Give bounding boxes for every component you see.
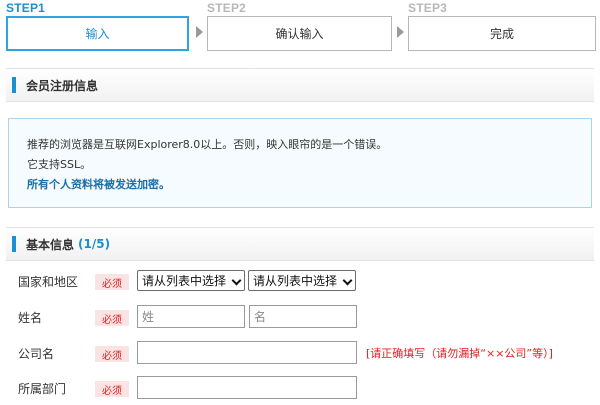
country-select-value: 请从列表中选择 — [142, 274, 227, 288]
step3-box: 完成 — [408, 16, 596, 51]
company-input[interactable] — [137, 341, 357, 364]
section-title: 会员注册信息 — [26, 78, 99, 93]
form-row-country: 国家和地区 必须 请从列表中选择 请从列表中选择 — [0, 268, 600, 294]
step1-label: STEP1 — [6, 1, 46, 15]
region-select-value: 请从列表中选择 — [253, 274, 338, 288]
required-badge: 必须 — [95, 346, 129, 362]
company-label: 公司名 — [18, 347, 55, 361]
region-select[interactable]: 请从列表中选择 — [248, 270, 356, 291]
notice-line-browser: 推荐的浏览器是互联网Explorer8.0以上。否则，映入眼帘的是一个错误。 — [27, 138, 388, 151]
step-arrow-icon — [397, 26, 404, 38]
chevron-down-icon — [231, 275, 242, 286]
required-badge: 必须 — [95, 310, 129, 326]
section-header-member: 会员注册信息 — [6, 68, 594, 102]
section-header-basic: 基本信息 (1/5) — [6, 227, 594, 261]
given-name-input[interactable]: 名 — [249, 305, 357, 328]
form-row-department: 所属部门 必须 — [0, 375, 600, 401]
form-row-name: 姓名 必须 姓 名 — [0, 304, 600, 330]
section-marker — [12, 77, 16, 93]
step1-box: 输入 — [6, 16, 189, 51]
department-label: 所属部门 — [18, 382, 67, 396]
country-select[interactable]: 请从列表中选择 — [137, 270, 245, 291]
step2-box: 确认输入 — [207, 16, 392, 51]
name-label: 姓名 — [18, 311, 43, 325]
notice-line-encryption: 所有个人资料将被发送加密。 — [27, 178, 170, 191]
company-hint: [请正确填写（请勿漏掉“××公司”等）] — [366, 347, 553, 360]
section-progress: (1/5) — [78, 237, 111, 251]
form-row-company: 公司名 必须 [请正确填写（请勿漏掉“××公司”等）] — [0, 340, 600, 366]
section-marker — [12, 236, 16, 252]
surname-input[interactable]: 姓 — [137, 305, 245, 328]
section-title: 基本信息 — [26, 237, 75, 252]
country-label: 国家和地区 — [18, 275, 79, 289]
step-arrow-icon — [196, 26, 203, 38]
browser-notice: 推荐的浏览器是互联网Explorer8.0以上。否则，映入眼帘的是一个错误。 它… — [8, 118, 592, 208]
department-input[interactable] — [137, 376, 357, 399]
required-badge: 必须 — [95, 274, 129, 290]
required-badge: 必须 — [95, 381, 129, 397]
notice-line-ssl: 它支持SSL。 — [27, 158, 92, 171]
chevron-down-icon — [342, 275, 353, 286]
step2-label: STEP2 — [207, 1, 247, 15]
step3-label: STEP3 — [408, 1, 448, 15]
step-indicator: STEP1 STEP2 STEP3 输入 确认输入 完成 — [4, 0, 596, 52]
